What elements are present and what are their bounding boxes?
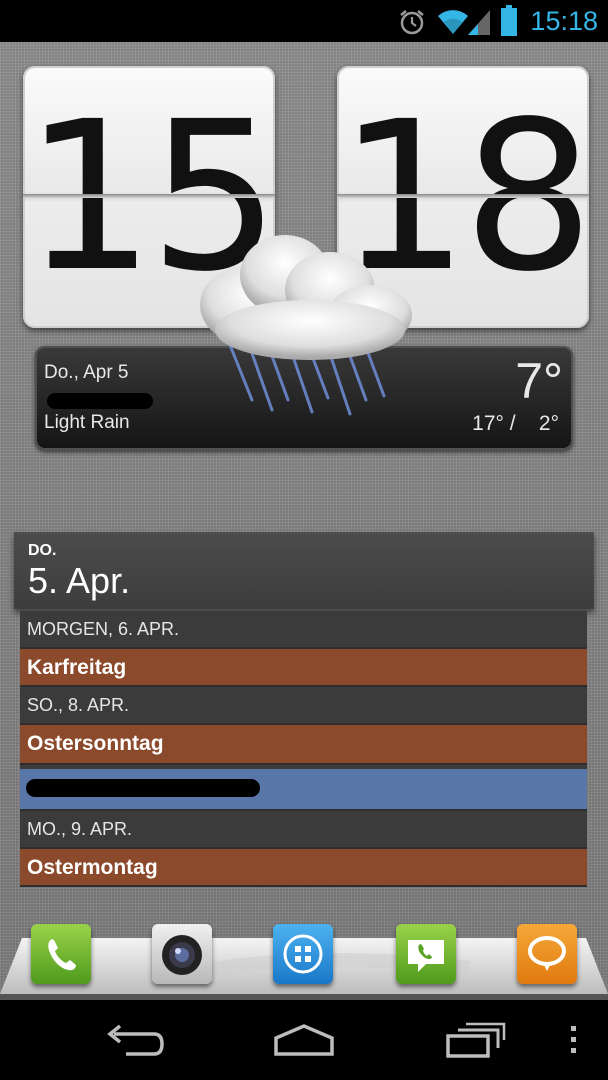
event-title-redacted xyxy=(26,779,260,797)
agenda-event[interactable]: Ostermontag xyxy=(20,849,587,887)
agenda-date-row: MO., 9. APR. xyxy=(20,811,587,849)
recent-apps-icon[interactable] xyxy=(444,1020,506,1060)
high-low-temperature: 17° / 2° xyxy=(472,412,559,436)
calendar-day-of-week: DO. xyxy=(28,542,57,559)
battery-icon xyxy=(501,5,517,36)
agenda-date-row: MORGEN, 6. APR. xyxy=(20,611,587,649)
alarm-icon xyxy=(400,10,424,35)
agenda-event-redacted[interactable] xyxy=(20,769,587,811)
agenda-date-label: SO., 8. APR. xyxy=(27,695,130,715)
agenda-date-label: MORGEN, 6. APR. xyxy=(27,619,180,639)
messaging-icon[interactable] xyxy=(396,924,456,984)
agenda-date-label: MO., 9. APR. xyxy=(27,819,133,839)
app-drawer-icon[interactable] xyxy=(273,924,333,984)
back-icon[interactable] xyxy=(104,1020,166,1060)
talk-icon[interactable] xyxy=(517,924,577,984)
event-title: Ostersonntag xyxy=(27,732,164,755)
flip-divider xyxy=(337,194,589,198)
agenda-event[interactable]: Ostersonntag xyxy=(20,725,587,765)
weather-condition: Light Rain xyxy=(44,412,130,433)
calendar-agenda: MORGEN, 6. APR. Karfreitag SO., 8. APR. … xyxy=(20,611,587,887)
low-temperature: 2° xyxy=(538,412,559,435)
phone-icon[interactable] xyxy=(31,924,91,984)
rain-cloud-icon xyxy=(200,235,412,416)
agenda-event[interactable]: Karfreitag xyxy=(20,649,587,687)
status-bar: 15:18 xyxy=(0,0,608,42)
calendar-header[interactable]: DO. 5. Apr. xyxy=(14,532,594,609)
calendar-date: 5. Apr. xyxy=(28,560,131,601)
status-time: 15:18 xyxy=(530,6,598,36)
location-redacted xyxy=(47,393,153,409)
wifi-icon xyxy=(438,10,468,34)
weather-date: Do., Apr 5 xyxy=(44,362,129,383)
current-temperature: 7° xyxy=(515,353,563,409)
high-temperature: 17° / xyxy=(472,412,516,435)
event-title: Ostermontag xyxy=(27,856,158,879)
agenda-date-row: SO., 8. APR. xyxy=(20,687,587,725)
camera-icon[interactable] xyxy=(152,924,212,984)
navigation-bar xyxy=(0,1000,608,1080)
signal-icon xyxy=(468,10,490,35)
home-icon[interactable] xyxy=(270,1020,338,1060)
event-title: Karfreitag xyxy=(27,656,127,679)
menu-icon[interactable] xyxy=(566,1020,582,1060)
flip-divider xyxy=(23,194,275,198)
